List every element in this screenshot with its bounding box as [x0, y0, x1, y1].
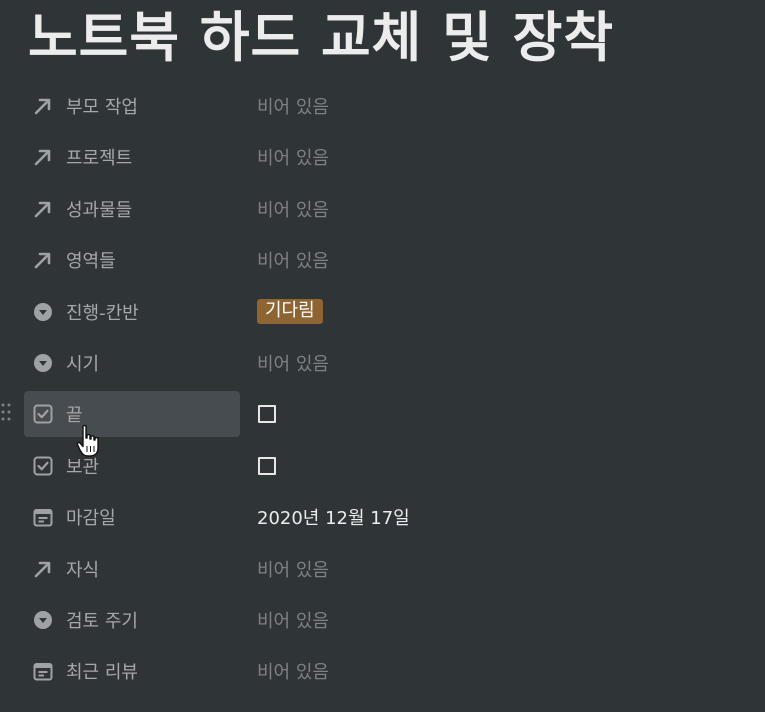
property-label: 마감일 — [66, 508, 116, 530]
property-row: 마감일 2020년 12월 17일 — [0, 491, 765, 542]
property-name-button[interactable]: 부모 작업 — [24, 83, 240, 129]
property-list: 부모 작업 비어 있음 프로젝트 비어 있음 성과물들 비어 있음 영역들 비어 있음 진행-칸… — [0, 80, 765, 697]
property-name-button[interactable]: 프로젝트 — [24, 134, 240, 180]
checkbox[interactable] — [258, 405, 276, 424]
property-row: 영역들 비어 있음 — [0, 234, 765, 285]
checkbox[interactable] — [258, 456, 276, 475]
empty-value[interactable]: 비어 있음 — [257, 648, 329, 694]
property-row: 검토 주기 비어 있음 — [0, 594, 765, 645]
empty-value[interactable]: 비어 있음 — [257, 597, 329, 643]
empty-value[interactable]: 비어 있음 — [257, 340, 329, 386]
property-row: 보관 — [0, 440, 765, 491]
property-name-button[interactable]: 영역들 — [24, 237, 240, 283]
select-chevron-icon — [32, 352, 54, 374]
property-name-button[interactable]: 성과물들 — [24, 186, 240, 232]
notion-page: 노트북 하드 교체 및 장착 부모 작업 비어 있음 프로젝트 비어 있음 성과물들 비어… — [0, 0, 765, 712]
property-name-button[interactable]: 마감일 — [24, 494, 240, 540]
property-label: 끝 — [66, 405, 83, 427]
property-label: 영역들 — [66, 251, 116, 273]
property-label: 진행-칸반 — [66, 302, 139, 324]
select-chevron-icon — [32, 609, 54, 631]
page-title[interactable]: 노트북 하드 교체 및 장착 — [28, 6, 614, 70]
empty-value[interactable]: 비어 있음 — [257, 186, 329, 232]
property-name-button[interactable]: 끝 — [24, 391, 240, 438]
empty-value[interactable]: 비어 있음 — [257, 237, 329, 283]
property-row: 자식 비어 있음 — [0, 543, 765, 594]
calendar-icon — [32, 660, 54, 682]
empty-value[interactable]: 비어 있음 — [257, 83, 329, 129]
property-label: 보관 — [66, 456, 100, 478]
property-label: 프로젝트 — [66, 148, 133, 170]
property-label: 최근 리뷰 — [66, 662, 138, 684]
checkbox-property-icon — [32, 455, 54, 477]
calendar-icon — [32, 506, 54, 528]
empty-value[interactable]: 비어 있음 — [257, 134, 329, 180]
date-value[interactable]: 2020년 12월 17일 — [257, 494, 410, 540]
property-label: 시기 — [66, 353, 100, 375]
checkbox-property-icon — [32, 403, 54, 425]
property-label: 성과물들 — [66, 199, 133, 221]
property-name-button[interactable]: 시기 — [24, 340, 240, 386]
status-tag[interactable]: 기다림 — [257, 299, 323, 325]
property-label: 부모 작업 — [66, 97, 138, 118]
drag-handle-icon[interactable] — [0, 402, 12, 422]
property-row: 최근 리뷰 비어 있음 — [0, 645, 765, 696]
relation-arrow-icon — [32, 558, 54, 580]
property-name-button[interactable]: 자식 — [24, 546, 240, 592]
property-row: 성과물들 비어 있음 — [0, 183, 765, 234]
property-label: 검토 주기 — [66, 610, 138, 632]
select-chevron-icon — [32, 301, 54, 323]
property-row: 끝 — [0, 388, 765, 439]
relation-arrow-icon — [32, 146, 54, 168]
relation-arrow-icon — [32, 198, 54, 220]
property-name-button[interactable]: 진행-칸반 — [24, 289, 240, 335]
relation-arrow-icon — [32, 249, 54, 271]
property-name-button[interactable]: 검토 주기 — [24, 597, 240, 643]
property-name-button[interactable]: 최근 리뷰 — [24, 648, 240, 694]
property-label: 자식 — [66, 559, 100, 581]
property-row: 진행-칸반 기다림 — [0, 286, 765, 337]
property-value-cell[interactable]: 기다림 — [257, 289, 323, 335]
property-row: 부모 작업 비어 있음 — [0, 80, 765, 131]
property-row: 프로젝트 비어 있음 — [0, 131, 765, 182]
property-value-cell[interactable] — [257, 443, 276, 489]
relation-arrow-icon — [32, 95, 54, 117]
property-row: 시기 비어 있음 — [0, 337, 765, 388]
property-value-cell[interactable] — [257, 391, 276, 437]
property-name-button[interactable]: 보관 — [24, 443, 240, 489]
empty-value[interactable]: 비어 있음 — [257, 546, 329, 592]
